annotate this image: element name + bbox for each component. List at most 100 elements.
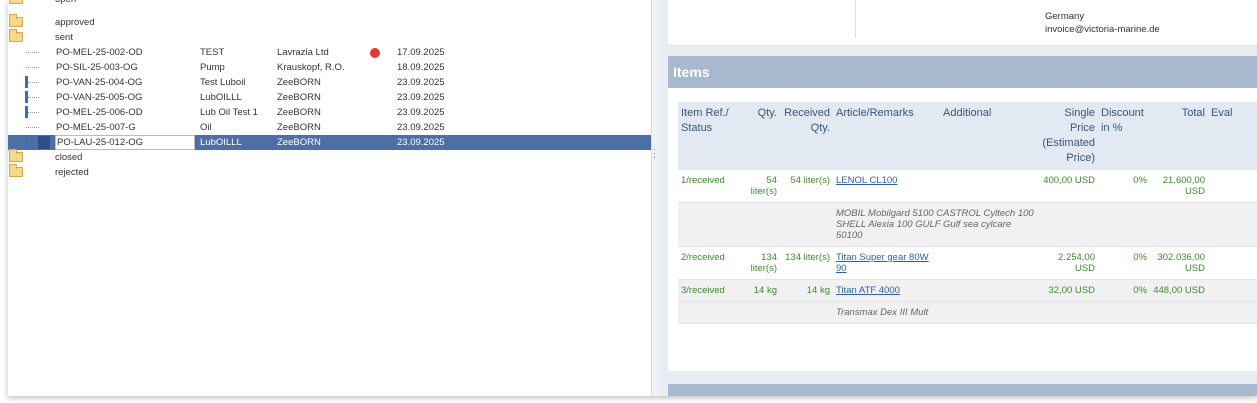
item-received-qty: 54 liter(s) (780, 170, 833, 203)
tree-connector (26, 52, 39, 53)
order-row[interactable]: PO-VAN-25-004-OG Test Luboil ZeeBORN 23.09.… (8, 75, 651, 90)
tree-folder-open[interactable]: open (8, 0, 651, 7)
folder-label: sent (55, 32, 73, 43)
folder-label: closed (55, 152, 83, 163)
divider (855, 0, 856, 38)
order-po-number: PO-MEL-25-002-OD (56, 47, 143, 58)
order-date: 18.09.2025 (397, 62, 445, 73)
order-row[interactable]: PO-MEL-25-006-OD Lub Oil Test 1 ZeeBORN 23.… (8, 105, 651, 120)
item-ref-status: 1/received (678, 170, 736, 203)
order-vendor: ZeeBORN (277, 107, 321, 118)
item-additional (940, 246, 1038, 280)
item-received-qty: 14 kg (780, 279, 833, 302)
order-date: 23.09.2025 (397, 92, 445, 103)
item-remarks-row: Transmax Dex III Mult (678, 301, 1257, 324)
folder-icon (9, 0, 23, 4)
tree-folder-closed[interactable]: closed (8, 149, 651, 165)
order-row[interactable]: PO-MEL-25-002-OD TEST Lavrazia Ltd 17.09.20… (8, 45, 651, 60)
order-date: 23.09.2025 (397, 77, 445, 88)
address-country: Germany (1045, 11, 1085, 22)
item-eval (1208, 246, 1257, 280)
item-received-qty: 134 liter(s) (780, 246, 833, 280)
item-ref-status: 2/received (678, 246, 736, 280)
item-eval (1208, 170, 1257, 203)
order-date: 17.09.2025 (397, 47, 445, 58)
address-card: Germany invoice@victoria-marine.de (668, 0, 1257, 46)
tree-folder-sent[interactable]: sent (8, 29, 651, 45)
address-email: invoice@victoria-marine.de (1045, 24, 1160, 35)
order-row[interactable]: PO-MEL-25-007-G Oil ZeeBORN 23.09.2025 (8, 120, 651, 135)
item-article-link[interactable]: Titan ATF 4000 (836, 285, 900, 296)
next-section-header[interactable] (668, 384, 1257, 396)
order-date: 23.09.2025 (397, 107, 445, 118)
status-bar-icon (25, 106, 28, 118)
order-tree: open approved sent PO-MEL-25-002-OD TEST L… (8, 0, 651, 396)
item-qty: 14 kg (736, 279, 780, 302)
item-remarks-row: MOBIL Mobilgard 5100 CASTROL Cyltech 100… (678, 202, 1257, 247)
order-vendor: Lavrazia Ltd (277, 47, 329, 58)
order-description: Test Luboil (200, 77, 246, 88)
pane-splitter[interactable] (651, 0, 659, 396)
item-row[interactable]: 1/received 54 liter(s) 54 liter(s) LENOL CL… (678, 170, 1257, 203)
col-header-article[interactable]: Article/Remarks (833, 102, 940, 170)
folder-label: open (55, 0, 76, 7)
item-discount: 0% (1098, 246, 1150, 280)
order-description: LubOILLL (200, 137, 242, 148)
order-vendor: ZeeBORN (277, 122, 321, 133)
item-article-link[interactable]: LENOL CL100 (836, 175, 897, 186)
item-total: 302.036,00 USD (1150, 246, 1208, 280)
item-qty: 134 liter(s) (736, 246, 780, 280)
item-single-price: 400,00 USD (1038, 170, 1098, 203)
order-vendor: ZeeBORN (277, 77, 321, 88)
order-detail-pane: Germany invoice@victoria-marine.de Items… (659, 0, 1257, 396)
tree-folder-approved[interactable]: approved (8, 14, 651, 30)
order-vendor: ZeeBORN (277, 92, 321, 103)
order-description: TEST (200, 47, 225, 58)
col-header-ref[interactable]: Item Ref./ Status (678, 102, 736, 170)
col-header-total[interactable]: Total (1150, 102, 1208, 170)
item-qty: 54 liter(s) (736, 170, 780, 203)
order-row[interactable]: PO-VAN-25-005-OG LubOILLL ZeeBORN 23.09.202… (8, 90, 651, 105)
splitter-grip-icon[interactable]: · · · (653, 145, 656, 162)
order-description: Lub Oil Test 1 (200, 107, 258, 118)
col-header-discount[interactable]: Discount in % (1098, 102, 1150, 170)
selection-marker (38, 136, 50, 149)
col-header-qty[interactable]: Qty. (736, 102, 780, 170)
folder-label: approved (55, 17, 95, 28)
order-row[interactable]: PO-LAU-25-012-OG LubOILLL ZeeBORN 23.09.202… (8, 135, 651, 150)
item-single-price: 2.254,00 USD (1038, 246, 1098, 280)
folder-icon (9, 164, 23, 177)
item-remarks: Transmax Dex III Mult (833, 301, 1038, 324)
order-vendor: ZeeBORN (277, 137, 321, 148)
items-table-header: Item Ref./ Status Qty. Received Qty. Art… (678, 102, 1257, 170)
item-single-price: 32,00 USD (1038, 279, 1098, 302)
urgent-flag-icon (370, 48, 380, 58)
order-row[interactable]: PO-SIL-25-003-OG Pump Krauskopf, R.O. 18.09… (8, 60, 651, 75)
col-header-received[interactable]: Received Qty. (780, 102, 833, 170)
item-row[interactable]: 2/received 134 liter(s) 134 liter(s) Titan … (678, 246, 1257, 280)
order-date: 23.09.2025 (397, 137, 445, 148)
status-bar-icon (25, 91, 28, 103)
tree-folder-rejected[interactable]: rejected (8, 164, 651, 180)
item-article-link[interactable]: Titan Super gear 80W 90 (836, 252, 929, 274)
item-total: 448,00 USD (1150, 279, 1208, 302)
order-date: 23.09.2025 (397, 122, 445, 133)
items-section-body: Item Ref./ Status Qty. Received Qty. Art… (668, 88, 1257, 371)
tree-connector (26, 67, 39, 68)
col-header-price[interactable]: Single Price (Estimated Price) (1038, 102, 1098, 170)
order-vendor: Krauskopf, R.O. (277, 62, 345, 73)
items-section-header[interactable]: Items (668, 56, 1257, 88)
items-table: Item Ref./ Status Qty. Received Qty. Art… (678, 102, 1257, 324)
order-po-number: PO-SIL-25-003-OG (56, 62, 138, 73)
item-row[interactable]: 3/received 14 kg 14 kg Titan ATF 4000 32,00 … (678, 279, 1257, 302)
col-header-eval[interactable]: Eval (1208, 102, 1257, 170)
tree-connector (26, 127, 39, 128)
status-bar-icon (25, 76, 28, 88)
item-total: 21.600,00 USD (1150, 170, 1208, 203)
col-header-additional[interactable]: Additional (940, 102, 1038, 170)
folder-icon (9, 14, 23, 27)
item-remarks: MOBIL Mobilgard 5100 CASTROL Cyltech 100… (833, 202, 1038, 247)
item-discount: 0% (1098, 170, 1150, 203)
order-po-number: PO-MEL-25-007-G (56, 122, 136, 133)
folder-icon (9, 29, 23, 42)
